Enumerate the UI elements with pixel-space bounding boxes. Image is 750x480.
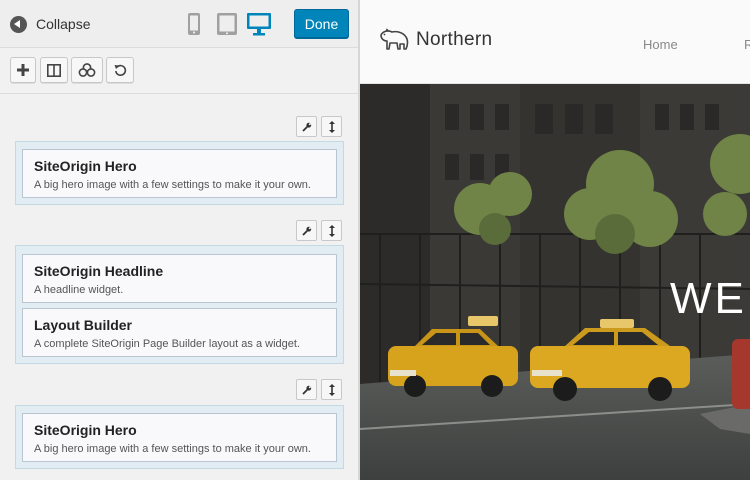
done-button[interactable]: Done [294, 9, 349, 38]
page-builder-panel: Collapse Done SiteOrigin Hero A big hero… [0, 0, 358, 480]
wrench-icon [301, 226, 311, 236]
row-tools [296, 116, 344, 138]
site-preview: Northern Home R WE [360, 0, 750, 480]
widget-description: A complete SiteOrigin Page Builder layou… [34, 338, 300, 350]
site-title: Northern [416, 29, 493, 50]
row-move-handle[interactable] [321, 116, 342, 137]
add-widget-icon [17, 64, 29, 76]
mobile-preview-button[interactable] [181, 10, 207, 38]
move-icon [328, 224, 335, 237]
row-edit-button[interactable] [296, 379, 317, 400]
desktop-icon [247, 13, 271, 36]
nav-link-home[interactable]: Home [643, 37, 678, 52]
row-move-handle[interactable] [321, 220, 342, 241]
add-row-icon [47, 63, 61, 77]
widget-description: A headline widget. [34, 284, 124, 296]
row-tools [296, 379, 344, 401]
tablet-icon [217, 13, 237, 35]
hero-image: WE I [360, 84, 750, 480]
wrench-icon [301, 122, 311, 132]
widget-description: A big hero image with a few settings to … [34, 179, 311, 191]
builder-row: SiteOrigin Headline A headline widget. L… [15, 245, 344, 364]
site-logo[interactable]: Northern [378, 28, 492, 52]
widget-card[interactable]: Layout Builder A complete SiteOrigin Pag… [22, 308, 337, 357]
history-button[interactable] [106, 57, 134, 83]
move-icon [328, 383, 335, 396]
wrench-icon [301, 385, 311, 395]
widget-title: Layout Builder [34, 317, 133, 333]
widget-description: A big hero image with a few settings to … [34, 443, 311, 455]
collapse-label: Collapse [36, 16, 91, 32]
hero-heading: WE I [670, 274, 750, 323]
row-tools [296, 220, 344, 242]
panel-header: Collapse Done [0, 0, 358, 48]
tablet-preview-button[interactable] [214, 10, 240, 38]
prebuilt-layouts-icon [78, 63, 96, 77]
widget-card[interactable]: SiteOrigin Hero A big hero image with a … [22, 413, 337, 462]
widget-title: SiteOrigin Headline [34, 263, 164, 279]
widget-card[interactable]: SiteOrigin Headline A headline widget. [22, 254, 337, 303]
row-move-handle[interactable] [321, 379, 342, 400]
add-widget-button[interactable] [10, 57, 36, 83]
move-icon [328, 120, 335, 133]
prebuilt-layouts-button[interactable] [71, 57, 103, 83]
polar-bear-icon [380, 28, 409, 50]
nav-link-next[interactable]: R [744, 37, 750, 52]
mobile-icon [188, 13, 200, 35]
builder-toolbar [0, 48, 358, 94]
widget-title: SiteOrigin Hero [34, 422, 137, 438]
desktop-preview-button[interactable] [246, 10, 272, 38]
widget-title: SiteOrigin Hero [34, 158, 137, 174]
widget-card[interactable]: SiteOrigin Hero A big hero image with a … [22, 149, 337, 198]
site-header: Northern Home R [360, 0, 750, 84]
history-icon [114, 64, 126, 76]
row-edit-button[interactable] [296, 116, 317, 137]
builder-row: SiteOrigin Hero A big hero image with a … [15, 141, 344, 205]
row-edit-button[interactable] [296, 220, 317, 241]
add-row-button[interactable] [40, 57, 68, 83]
collapse-icon [10, 15, 27, 33]
builder-row: SiteOrigin Hero A big hero image with a … [15, 405, 344, 469]
collapse-button[interactable]: Collapse [10, 13, 90, 35]
